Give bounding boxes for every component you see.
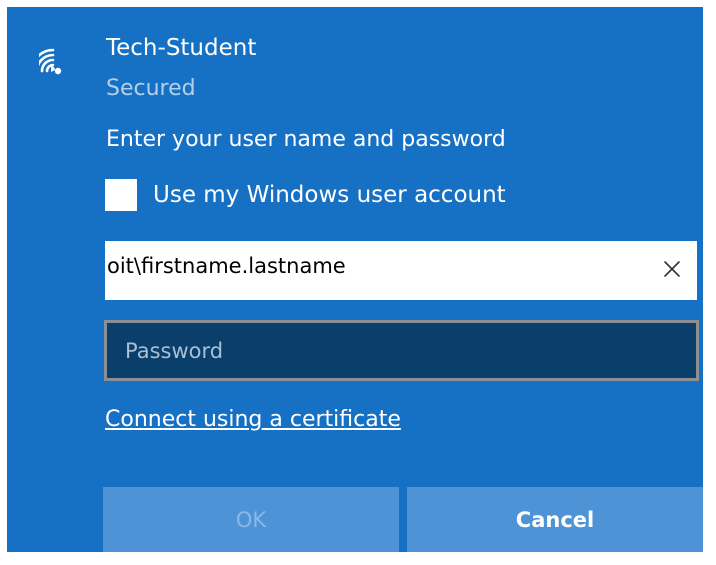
credentials-prompt: Enter your user name and password [106, 127, 506, 152]
network-name: Tech-Student [106, 35, 257, 61]
cancel-button[interactable]: Cancel [407, 487, 703, 552]
use-windows-account-checkbox[interactable] [105, 179, 137, 211]
use-windows-account-option[interactable]: Use my Windows user account [105, 177, 506, 213]
wifi-connect-panel: Tech-Student Secured Enter your user nam… [7, 7, 703, 552]
network-status: Secured [106, 76, 196, 101]
username-field [105, 241, 697, 300]
connect-with-certificate-link[interactable]: Connect using a certificate [105, 405, 401, 435]
use-windows-account-label: Use my Windows user account [153, 182, 506, 208]
wifi-signal-icon [39, 48, 62, 75]
password-field [104, 320, 699, 381]
ok-button[interactable]: OK [103, 487, 399, 552]
username-input[interactable] [107, 241, 647, 291]
close-icon[interactable] [661, 258, 683, 280]
password-input[interactable] [125, 333, 665, 369]
